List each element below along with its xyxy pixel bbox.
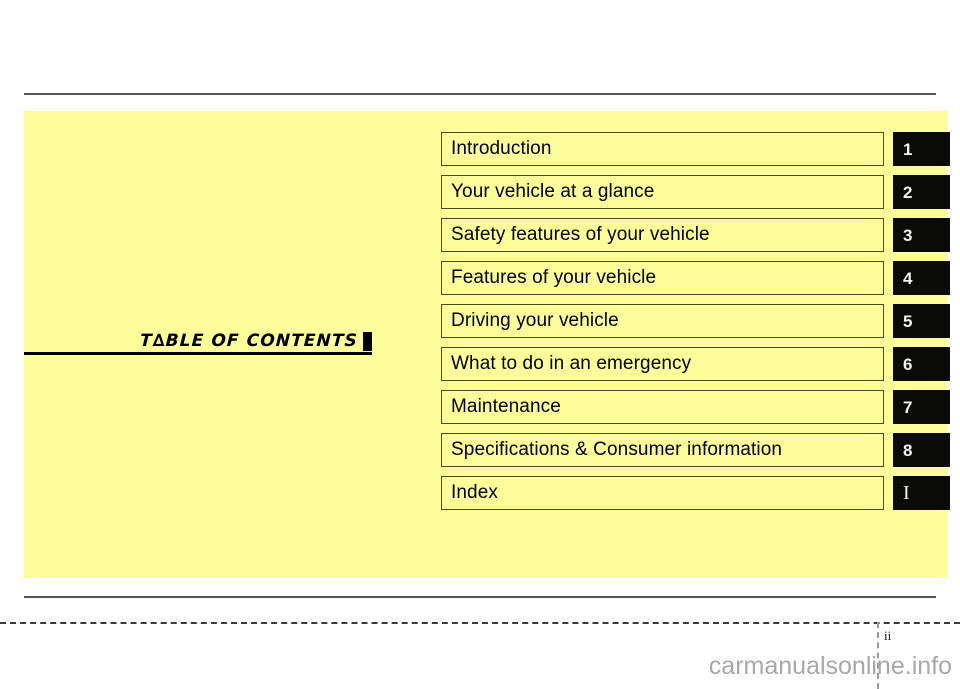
top-rule — [24, 93, 936, 95]
list-item[interactable]: Specifications & Consumer information 8 — [441, 433, 950, 467]
list-item[interactable]: Safety features of your vehicle 3 — [441, 218, 950, 252]
page-number: ii — [884, 628, 892, 643]
toc-entry-label[interactable]: Driving your vehicle — [441, 304, 884, 338]
toc-entry-tab[interactable]: 3 — [893, 218, 950, 252]
toc-entry-label[interactable]: Specifications & Consumer information — [441, 433, 884, 467]
toc-tab-number: 8 — [903, 440, 913, 460]
toc-entry-label[interactable]: Safety features of your vehicle — [441, 218, 884, 252]
toc-entry-tab[interactable]: 5 — [893, 304, 950, 338]
list-item[interactable]: Index I — [441, 476, 950, 510]
toc-entry-label[interactable]: Maintenance — [441, 390, 884, 424]
list-item[interactable]: Introduction 1 — [441, 132, 950, 166]
list-item[interactable]: Your vehicle at a glance 2 — [441, 175, 950, 209]
toc-tab-number: 5 — [903, 311, 913, 331]
table-of-contents-list: Introduction 1 Your vehicle at a glance … — [441, 132, 950, 510]
toc-entry-tab[interactable]: 7 — [893, 390, 950, 424]
toc-entry-tab[interactable]: 8 — [893, 433, 950, 467]
watermark: carmanualsonline.info — [708, 652, 952, 680]
table-of-contents-heading: T∆BLE OF CONTENTS — [24, 312, 372, 360]
toc-entry-tab[interactable]: I — [893, 476, 950, 510]
page-title: T∆BLE OF CONTENTS — [139, 331, 359, 351]
toc-tab-number: 6 — [903, 354, 913, 374]
toc-entry-tab[interactable]: 4 — [893, 261, 950, 295]
toc-tab-number: 3 — [903, 225, 913, 245]
list-item[interactable]: Maintenance 7 — [441, 390, 950, 424]
toc-entry-label[interactable]: Index — [441, 476, 884, 510]
toc-entry-tab[interactable]: 2 — [893, 175, 950, 209]
toc-entry-label[interactable]: Your vehicle at a glance — [441, 175, 884, 209]
crop-mark-horizontal — [0, 622, 960, 624]
list-item[interactable]: What to do in an emergency 6 — [441, 347, 950, 381]
toc-tab-number: 1 — [903, 139, 913, 159]
toc-entry-label[interactable]: Introduction — [441, 132, 884, 166]
toc-tab-number: 4 — [903, 268, 913, 288]
toc-entry-tab[interactable]: 1 — [893, 132, 950, 166]
bottom-rule — [24, 596, 936, 598]
toc-entry-label[interactable]: Features of your vehicle — [441, 261, 884, 295]
list-item[interactable]: Driving your vehicle 5 — [441, 304, 950, 338]
manual-page: T∆BLE OF CONTENTS Introduction 1 Your ve… — [0, 0, 960, 689]
toc-tab-number: I — [903, 482, 910, 504]
title-underline — [24, 352, 372, 355]
toc-entry-tab[interactable]: 6 — [893, 347, 950, 381]
toc-entry-label[interactable]: What to do in an emergency — [441, 347, 884, 381]
toc-tab-number: 2 — [903, 182, 913, 202]
list-item[interactable]: Features of your vehicle 4 — [441, 261, 950, 295]
title-marker-icon — [363, 332, 372, 351]
toc-tab-number: 7 — [903, 397, 913, 417]
